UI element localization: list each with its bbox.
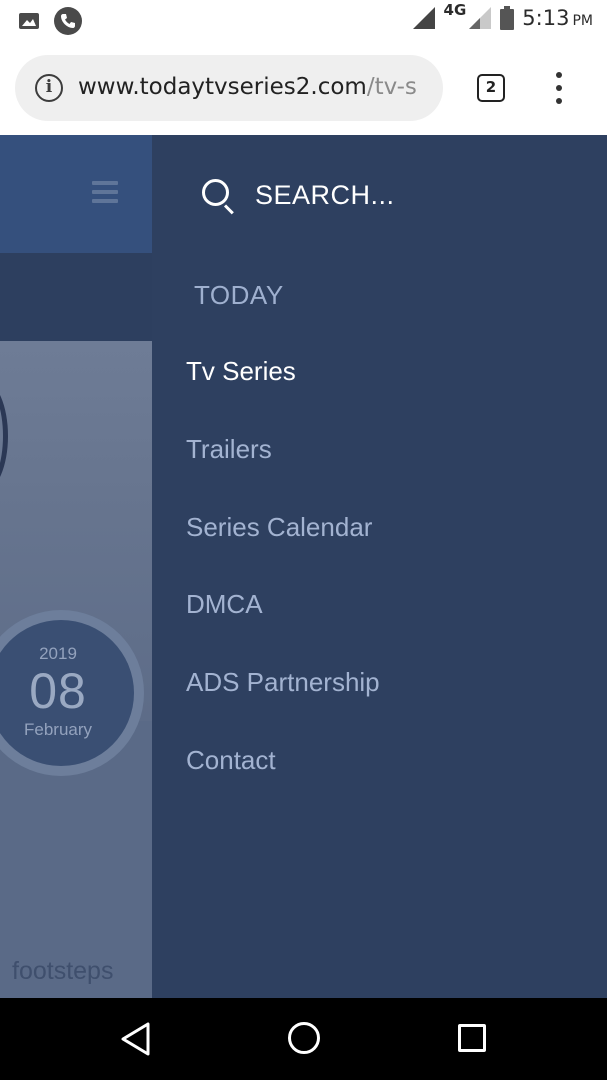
- nav-drawer: SEARCH... TODAY Tv Series Trailers Serie…: [152, 135, 607, 998]
- network-type: 4G: [443, 1, 467, 19]
- back-icon[interactable]: [120, 1022, 152, 1056]
- info-icon[interactable]: i: [35, 74, 63, 102]
- section-title-today[interactable]: TODAY: [194, 280, 284, 311]
- tab-switcher-button[interactable]: 2: [477, 74, 505, 102]
- hamburger-menu-icon[interactable]: [92, 181, 118, 203]
- date-year: 2019: [39, 644, 77, 663]
- search-button[interactable]: SEARCH...: [200, 175, 395, 215]
- url-bar[interactable]: i www.todaytvseries2.com/tv-s: [15, 55, 443, 121]
- nav-item-trailers[interactable]: Trailers: [186, 434, 272, 465]
- site-header: [0, 135, 152, 253]
- battery-icon: [500, 6, 515, 30]
- system-nav-bar: [0, 998, 607, 1080]
- browser-toolbar: i www.todaytvseries2.com/tv-s 2: [0, 42, 607, 135]
- signal-weak-icon: [469, 7, 492, 29]
- nav-item-contact[interactable]: Contact: [186, 745, 276, 776]
- recents-icon[interactable]: [458, 1024, 486, 1052]
- phone-call-icon: [54, 7, 82, 35]
- card-caption[interactable]: footsteps: [12, 957, 113, 986]
- overflow-menu-icon[interactable]: [546, 72, 572, 106]
- poster-figure: [0, 381, 8, 491]
- home-icon[interactable]: [288, 1022, 320, 1054]
- nav-item-series-calendar[interactable]: Series Calendar: [186, 512, 372, 543]
- search-icon: [200, 176, 236, 215]
- date-day: 08: [29, 663, 87, 719]
- header-band: [0, 253, 152, 341]
- clock: 5:13 PM: [522, 6, 593, 30]
- nav-item-ads-partnership[interactable]: ADS Partnership: [186, 667, 380, 698]
- url-text[interactable]: www.todaytvseries2.com/tv-s: [78, 74, 417, 100]
- web-page: 2019 08 February footsteps SEARCH... TOD…: [0, 135, 607, 998]
- image-icon: [19, 13, 39, 29]
- status-bar: 4G 5:13 PM: [0, 0, 607, 42]
- page-background: 2019 08 February footsteps: [0, 135, 152, 998]
- nav-item-dmca[interactable]: DMCA: [186, 589, 263, 620]
- nav-item-tv-series[interactable]: Tv Series: [186, 356, 296, 387]
- search-label: SEARCH...: [255, 179, 395, 210]
- date-month: February: [23, 720, 93, 739]
- signal-icon: [412, 7, 435, 29]
